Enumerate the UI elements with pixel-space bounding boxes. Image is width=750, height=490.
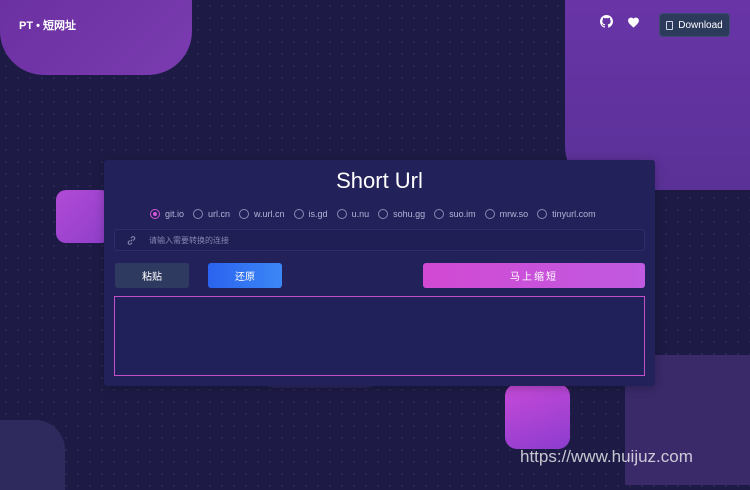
paste-button[interactable]: 粘贴 [115, 263, 189, 288]
shorten-button[interactable]: 马上缩短 [423, 263, 645, 288]
service-option[interactable]: suo.im [434, 209, 476, 219]
result-textarea[interactable] [114, 296, 645, 376]
service-label: mrw.so [499, 209, 529, 219]
radio-button[interactable] [434, 209, 445, 219]
decor-shape-left [56, 190, 111, 243]
brand-logo[interactable]: PT • 短网址 [19, 17, 76, 33]
service-label: url.cn [208, 209, 231, 219]
radio-button[interactable] [193, 209, 204, 219]
decor-shape-bottom-right-small [505, 384, 570, 449]
card-title: Short Url [336, 168, 423, 193]
shortener-card: Short Url git.io url.cn w.url.cn is.gd u.nu s… [104, 160, 655, 386]
service-label: is.gd [308, 209, 328, 219]
url-input-wrapper [114, 229, 645, 251]
watermark-text: https://www.huijuz.com [520, 447, 693, 466]
service-label: tinyurl.com [552, 209, 596, 219]
radio-button[interactable] [293, 209, 304, 219]
download-label: Download [678, 19, 723, 31]
radio-button[interactable] [378, 209, 389, 219]
restore-button[interactable]: 还原 [208, 263, 282, 288]
radio-button[interactable] [484, 209, 495, 219]
service-label: u.nu [351, 209, 370, 219]
top-nav-icons [600, 15, 640, 28]
service-label: sohu.gg [393, 209, 426, 219]
service-option[interactable]: sohu.gg [378, 209, 425, 219]
decor-shape-bottom-left [0, 420, 65, 490]
service-option[interactable]: mrw.so [484, 209, 529, 219]
radio-button[interactable] [336, 209, 347, 219]
service-option[interactable]: w.url.cn [239, 209, 285, 219]
file-icon [666, 20, 674, 30]
service-label: git.io [165, 209, 185, 219]
radio-button[interactable] [239, 209, 250, 219]
radio-button[interactable] [537, 209, 548, 219]
service-label: w.url.cn [254, 209, 285, 219]
service-option[interactable]: is.gd [293, 209, 328, 219]
link-icon [127, 235, 136, 245]
service-radio-group: git.io url.cn w.url.cn is.gd u.nu sohu.gg suo.… [150, 209, 605, 219]
service-option[interactable]: tinyurl.com [537, 209, 596, 219]
github-icon[interactable] [600, 15, 613, 28]
download-button[interactable]: Download [659, 13, 730, 37]
url-input[interactable] [149, 235, 644, 245]
service-label: suo.im [449, 209, 476, 219]
heart-icon[interactable] [627, 15, 640, 28]
service-option[interactable]: git.io [150, 209, 184, 219]
service-option[interactable]: u.nu [336, 209, 370, 219]
decor-shape-top-left [0, 0, 192, 75]
service-option[interactable]: url.cn [193, 209, 230, 219]
radio-button[interactable] [150, 209, 160, 219]
radio-selected-dot [153, 212, 157, 216]
